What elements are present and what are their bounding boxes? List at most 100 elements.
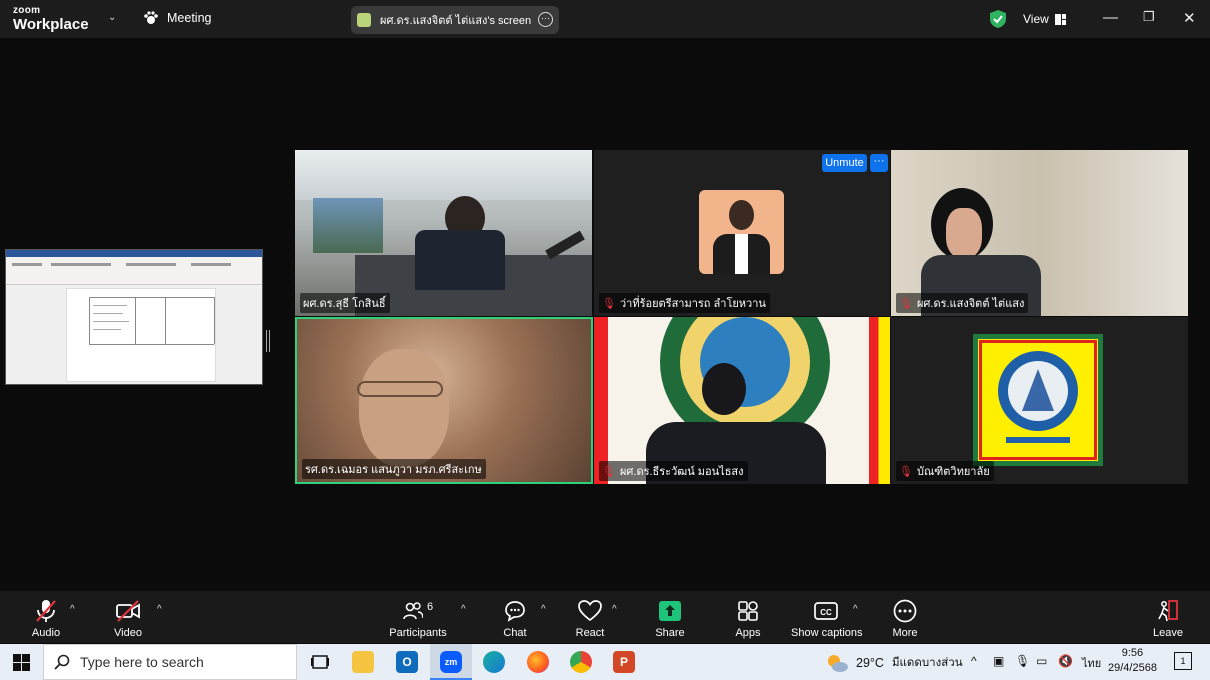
- file-explorer-icon[interactable]: [352, 651, 374, 673]
- weather-temp: 29°C: [856, 656, 884, 670]
- participant-name-tag: 🎙 ผศ.ดร.แสงจิตต์ ไต่แสง: [896, 293, 1029, 313]
- clock-time: 9:56: [1121, 647, 1144, 659]
- captions-label: Show captions: [791, 627, 863, 639]
- powerpoint-icon[interactable]: P: [613, 651, 635, 673]
- show-captions-button[interactable]: CC Show captions: [791, 599, 863, 639]
- language-indicator[interactable]: ไทย: [1082, 654, 1101, 672]
- leave-button[interactable]: Leave: [1150, 599, 1186, 639]
- share-label: Share: [655, 627, 685, 639]
- share-button[interactable]: Share: [652, 599, 688, 639]
- security-shield-icon[interactable]: [990, 10, 1006, 28]
- chevron-down-icon[interactable]: ⌄: [108, 12, 116, 23]
- zoom-taskbar-item[interactable]: zm: [430, 644, 472, 680]
- participant-name: ผศ.ดร.สุธี โกสินธิ์: [303, 298, 386, 310]
- mic-muted-icon: 🎙: [899, 465, 913, 478]
- meeting-menu[interactable]: Meeting: [143, 11, 211, 25]
- video-label: Video: [114, 627, 142, 639]
- university-logo: [973, 334, 1103, 466]
- more-icon: [893, 599, 917, 623]
- more-button[interactable]: More: [890, 599, 920, 639]
- shared-screen-pill[interactable]: ผศ.ดร.แสงจิตต์ ไต่แสง's screen ···: [351, 6, 559, 34]
- chat-button[interactable]: Chat: [500, 599, 530, 639]
- audio-label: Audio: [31, 627, 61, 639]
- participants-caret-icon[interactable]: ^: [461, 604, 466, 615]
- captions-caret-icon[interactable]: ^: [853, 604, 858, 615]
- mic-muted-icon: 🎙: [602, 297, 616, 310]
- shared-screen-view[interactable]: [5, 249, 263, 385]
- react-label: React: [575, 627, 605, 639]
- meet-now-icon[interactable]: ▣: [993, 654, 1004, 668]
- video-tile-4-active-speaker[interactable]: รศ.ดร.เฉมอร แสนภูวา มรภ.ศรีสะเกษ: [295, 317, 593, 484]
- tile-more-button[interactable]: ···: [870, 154, 888, 172]
- tray-overflow-chevron-icon[interactable]: ^: [971, 654, 977, 668]
- view-button[interactable]: View: [1023, 12, 1066, 26]
- apps-icon: [738, 601, 758, 621]
- taskbar-clock[interactable]: 9:56 29/4/2568: [1108, 646, 1157, 676]
- participant-name-tag: 🎙 ว่าที่ร้อยตรีสามารถ ลำโยหวาน: [599, 293, 770, 313]
- share-screen-icon: [659, 601, 681, 621]
- audio-button[interactable]: Audio: [28, 599, 64, 639]
- notification-count: 1: [1180, 656, 1186, 666]
- participant-avatar: [699, 190, 784, 274]
- zoom-workplace-logo[interactable]: zoom Workplace: [13, 5, 89, 33]
- participant-name-tag: 🎙 ผศ.ดร.ธีระวัฒน์ มอนไธสง: [599, 461, 748, 481]
- taskbar-search-box[interactable]: Type here to search: [43, 644, 297, 680]
- more-options-icon[interactable]: ···: [538, 12, 553, 27]
- unmute-button[interactable]: Unmute: [822, 154, 867, 172]
- video-tile-1[interactable]: ผศ.ดร.สุธี โกสินธิ์: [295, 150, 592, 316]
- react-caret-icon[interactable]: ^: [612, 604, 617, 615]
- heart-icon: [578, 600, 602, 622]
- microphone-icon[interactable]: 🎙: [1015, 654, 1030, 668]
- video-options-caret-icon[interactable]: ^: [157, 604, 162, 615]
- close-icon[interactable]: ✕: [1183, 9, 1196, 27]
- firefox-icon[interactable]: [527, 651, 549, 673]
- outlook-icon[interactable]: O: [396, 651, 418, 673]
- zoom-app-icon: zm: [440, 651, 462, 673]
- apps-label: Apps: [735, 627, 761, 639]
- task-view-icon[interactable]: [309, 651, 331, 673]
- closed-captions-icon: CC: [814, 602, 838, 620]
- react-button[interactable]: React: [574, 599, 606, 639]
- resize-handle[interactable]: [266, 330, 270, 352]
- chrome-icon[interactable]: [570, 651, 592, 673]
- view-label: View: [1023, 12, 1049, 26]
- participants-count: 6: [426, 601, 434, 613]
- notifications-icon[interactable]: 1: [1174, 652, 1192, 670]
- video-tile-5[interactable]: 🎙 ผศ.ดร.ธีระวัฒน์ มอนไธสง: [594, 317, 890, 484]
- windows-start-icon[interactable]: [13, 654, 30, 671]
- participants-button[interactable]: 6 Participants: [388, 599, 448, 639]
- chat-bubble-icon: [505, 601, 525, 622]
- video-off-icon: [116, 600, 140, 622]
- mic-muted-icon: 🎙: [899, 297, 913, 310]
- weather-text: มีแดดบางส่วน: [891, 657, 963, 669]
- participants-label: Participants: [389, 627, 447, 639]
- meeting-controls-toolbar: Audio ^ Video ^ 6 Participants ^ Chat ^ …: [0, 591, 1210, 643]
- mic-muted-icon: [36, 600, 56, 622]
- participant-name: รศ.ดร.เฉมอร แสนภูวา มรภ.ศรีสะเกษ: [305, 464, 482, 476]
- participants-icon: [403, 602, 423, 620]
- brand-line1: zoom: [13, 5, 41, 16]
- search-icon: [54, 654, 70, 670]
- chat-label: Chat: [503, 627, 527, 639]
- mic-muted-icon: 🎙: [602, 465, 616, 478]
- meeting-paw-icon: [144, 11, 158, 24]
- restore-icon[interactable]: ❐: [1143, 9, 1155, 25]
- audio-options-caret-icon[interactable]: ^: [70, 604, 75, 615]
- windows-taskbar: Type here to search O zm P 29°C มีแดดบาง…: [0, 644, 1210, 680]
- shared-screen-icon: [357, 13, 371, 27]
- video-tile-3[interactable]: 🎙 ผศ.ดร.แสงจิตต์ ไต่แสง: [891, 150, 1188, 316]
- brand-line2: Workplace: [13, 16, 89, 33]
- speaker-icon[interactable]: 🔇: [1058, 654, 1073, 668]
- zoom-meeting-window: zoom Workplace ⌄ Meeting ผศ.ดร.แสงจิตต์ …: [0, 0, 1210, 680]
- chat-caret-icon[interactable]: ^: [541, 604, 546, 615]
- minimize-icon[interactable]: —: [1103, 9, 1118, 26]
- edge-browser-icon[interactable]: [483, 651, 505, 673]
- video-tile-2[interactable]: 🎙 ว่าที่ร้อยตรีสามารถ ลำโยหวาน: [594, 150, 890, 316]
- video-button[interactable]: Video: [110, 599, 146, 639]
- leave-label: Leave: [1153, 627, 1183, 639]
- apps-button[interactable]: Apps: [733, 599, 763, 639]
- weather-widget[interactable]: 29°C มีแดดบางส่วน: [826, 653, 963, 673]
- network-icon[interactable]: ▭: [1036, 654, 1047, 668]
- view-layout-icon: [1054, 13, 1066, 25]
- video-tile-6[interactable]: 🎙 บัณฑิตวิทยาลัย: [891, 317, 1188, 484]
